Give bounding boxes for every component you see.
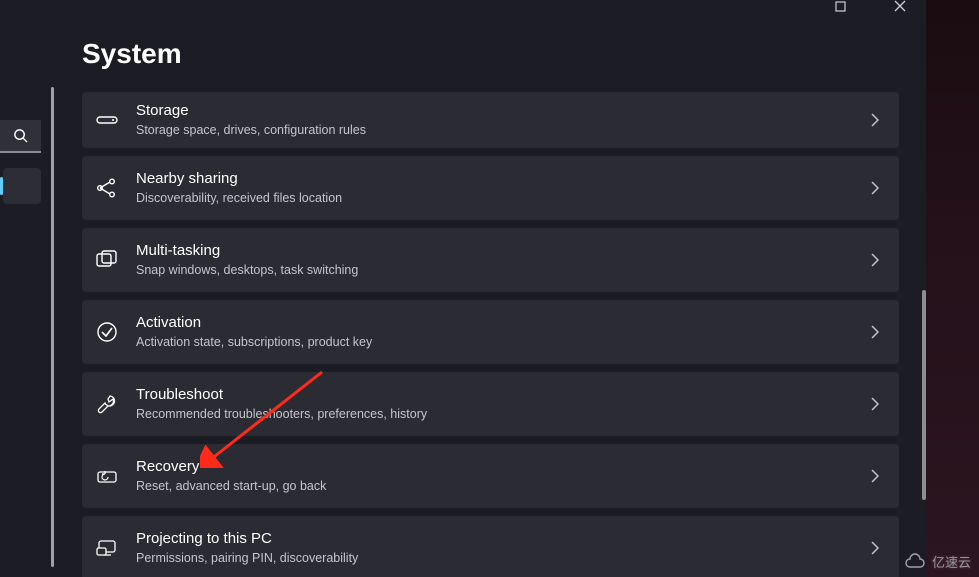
recovery-icon — [96, 466, 118, 486]
item-subtitle: Permissions, pairing PIN, discoverabilit… — [136, 550, 871, 568]
projecting-icon — [96, 538, 118, 558]
item-subtitle: Reset, advanced start-up, go back — [136, 478, 871, 496]
item-title: Nearby sharing — [136, 169, 871, 189]
chevron-right-icon — [871, 113, 879, 127]
search-input[interactable] — [0, 120, 41, 153]
content-area: System Storage Storage space, drives, co… — [82, 38, 902, 577]
chevron-right-icon — [871, 325, 879, 339]
item-title: Recovery — [136, 457, 871, 477]
chevron-right-icon — [871, 253, 879, 267]
item-subtitle: Snap windows, desktops, task switching — [136, 262, 871, 280]
storage-icon — [96, 113, 118, 127]
watermark-text: 亿速云 — [932, 552, 971, 571]
settings-item-recovery[interactable]: Recovery Reset, advanced start-up, go ba… — [82, 444, 899, 508]
settings-item-storage[interactable]: Storage Storage space, drives, configura… — [82, 92, 899, 148]
maximize-icon — [835, 1, 846, 12]
multitask-icon — [96, 250, 118, 270]
titlebar — [0, 0, 926, 12]
chevron-right-icon — [871, 469, 879, 483]
sidebar-scrollbar[interactable] — [51, 87, 54, 567]
content-scrollbar[interactable] — [922, 290, 926, 500]
item-title: Activation — [136, 313, 871, 333]
close-icon — [894, 0, 906, 12]
item-title: Storage — [136, 101, 871, 121]
item-title: Troubleshoot — [136, 385, 871, 405]
settings-item-nearby-sharing[interactable]: Nearby sharing Discoverability, received… — [82, 156, 899, 220]
activation-icon — [96, 321, 118, 343]
item-title: Multi-tasking — [136, 241, 871, 261]
chevron-right-icon — [871, 541, 879, 555]
page-title: System — [82, 38, 902, 70]
item-subtitle: Activation state, subscriptions, product… — [136, 334, 871, 352]
item-subtitle: Recommended troubleshooters, preferences… — [136, 406, 871, 424]
close-button[interactable] — [882, 0, 918, 12]
settings-item-activation[interactable]: Activation Activation state, subscriptio… — [82, 300, 899, 364]
settings-window: System Storage Storage space, drives, co… — [0, 0, 926, 577]
share-icon — [96, 177, 118, 199]
search-icon — [13, 128, 28, 143]
chevron-right-icon — [871, 397, 879, 411]
sidebar — [0, 120, 44, 560]
watermark: 亿速云 — [904, 552, 971, 571]
item-subtitle: Discoverability, received files location — [136, 190, 871, 208]
chevron-right-icon — [871, 181, 879, 195]
maximize-button[interactable] — [822, 0, 858, 12]
cloud-icon — [904, 553, 926, 571]
settings-item-projecting[interactable]: Projecting to this PC Permissions, pairi… — [82, 516, 899, 577]
sidebar-item-selected[interactable] — [3, 168, 41, 204]
settings-item-troubleshoot[interactable]: Troubleshoot Recommended troubleshooters… — [82, 372, 899, 436]
settings-item-multitasking[interactable]: Multi-tasking Snap windows, desktops, ta… — [82, 228, 899, 292]
item-subtitle: Storage space, drives, configuration rul… — [136, 122, 871, 140]
troubleshoot-icon — [96, 393, 118, 415]
item-title: Projecting to this PC — [136, 529, 871, 549]
